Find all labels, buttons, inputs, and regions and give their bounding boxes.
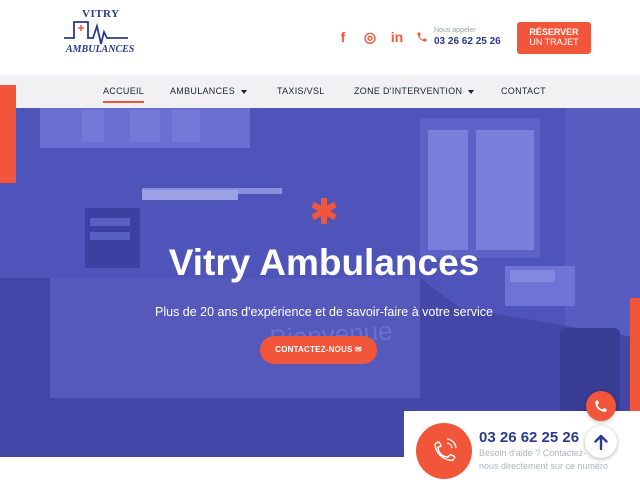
call-button[interactable] [416, 423, 472, 479]
phone-ring-icon [434, 438, 457, 462]
nav-label: ACCUEIL [103, 86, 145, 96]
call-help-line-2: nous directement sur ce numéro [479, 461, 609, 471]
chevron-down-icon [468, 89, 475, 94]
scroll-to-top-button[interactable] [585, 426, 617, 458]
heartbeat-icon [64, 21, 128, 45]
linkedin-icon[interactable]: in [390, 30, 404, 44]
floating-phone-button[interactable] [586, 391, 616, 421]
social-links: f ◎ in [336, 30, 404, 44]
nav-label: AMBULANCES [170, 86, 236, 96]
accent-bar-left [0, 85, 16, 183]
logo-bottom-text: AMBULANCES [66, 44, 135, 55]
star-of-life-icon [311, 198, 337, 224]
nav-item-taxis[interactable]: TAXIS/VSL [277, 75, 325, 108]
arrow-up-icon [594, 434, 608, 451]
site-header: VITRY AMBULANCES f ◎ in Nous appeler 03 … [0, 0, 640, 75]
reserve-label-1: RÉSERVER [529, 27, 579, 37]
site-logo[interactable]: VITRY AMBULANCES [60, 6, 135, 62]
nav-label: TAXIS/VSL [277, 86, 325, 96]
reserve-label-2: UN TRAJET [529, 37, 579, 47]
phone-icon [595, 400, 607, 412]
nav-label: ZONE D'INTERVENTION [354, 86, 463, 96]
instagram-icon[interactable]: ◎ [363, 30, 377, 44]
nav-label: CONTACT [501, 86, 546, 96]
phone-icon [417, 32, 427, 42]
reserve-trip-button[interactable]: RÉSERVER UN TRAJET [517, 22, 591, 54]
main-nav: ACCUEIL AMBULANCES TAXIS/VSL ZONE D'INTE… [0, 75, 640, 108]
phone-caption: Nous appeler [434, 27, 476, 34]
facebook-icon[interactable]: f [336, 30, 350, 44]
phone-number: 03 26 62 25 26 [434, 36, 501, 47]
chevron-down-icon [241, 89, 248, 94]
contact-us-button[interactable]: CONTACTEZ-NOUS ✉ [260, 336, 377, 364]
nav-item-zone[interactable]: ZONE D'INTERVENTION [354, 75, 475, 108]
nav-item-contact[interactable]: CONTACT [501, 75, 546, 108]
nav-item-ambulances[interactable]: AMBULANCES [170, 75, 248, 108]
hero-subtitle: Plus de 20 ans d'expérience et de savoir… [155, 305, 493, 319]
nav-item-accueil[interactable]: ACCUEIL [103, 75, 145, 103]
hero-title: Vitry Ambulances [168, 242, 480, 283]
